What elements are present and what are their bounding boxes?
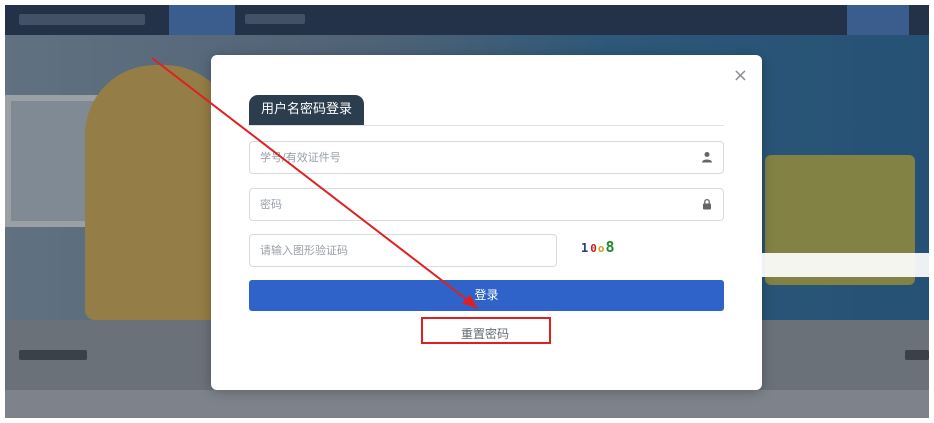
tab-username-password-login[interactable]: 用户名密码登录	[249, 95, 364, 125]
lock-icon	[703, 198, 711, 210]
annotation-highlight-box	[421, 317, 551, 344]
screenshot-frame: × 用户名密码登录 10o8 登录 重置密码	[5, 5, 929, 418]
username-input[interactable]	[260, 142, 680, 173]
captcha-field[interactable]	[249, 234, 557, 267]
tab-divider	[249, 125, 724, 126]
overlay-white-strip	[560, 253, 929, 277]
close-icon[interactable]: ×	[733, 67, 748, 85]
login-button[interactable]: 登录	[249, 280, 724, 311]
user-icon	[702, 152, 712, 163]
username-field[interactable]	[249, 141, 724, 174]
password-input[interactable]	[260, 189, 680, 220]
captcha-input[interactable]	[260, 235, 540, 266]
password-field[interactable]	[249, 188, 724, 221]
